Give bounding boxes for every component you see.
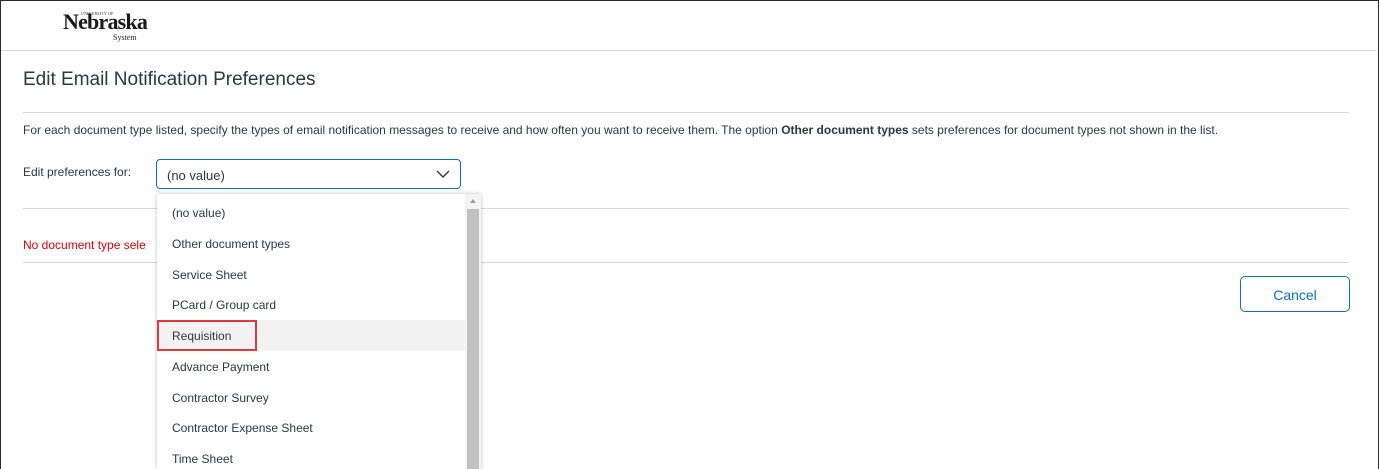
dropdown-option[interactable]: Time Sheet [157, 443, 465, 469]
nebraska-logo: UNIVERSITY OF Nebraska System [63, 7, 148, 45]
error-message: No document type sele [23, 238, 146, 252]
dropdown-option-requisition[interactable]: Requisition [157, 320, 465, 351]
dropdown-option[interactable]: Advance Payment [157, 351, 465, 382]
page-title: Edit Email Notification Preferences [23, 69, 316, 90]
select-value: (no value) [167, 168, 225, 183]
description-pre: For each document type listed, specify t… [23, 123, 782, 137]
dropdown-option[interactable]: Contractor Expense Sheet [157, 412, 465, 443]
description-text: For each document type listed, specify t… [23, 123, 1218, 137]
dropdown-option[interactable]: Service Sheet [157, 259, 465, 290]
chevron-down-icon[interactable] [436, 169, 450, 179]
document-type-select[interactable]: (no value) [156, 159, 461, 189]
logo-name: Nebraska [63, 9, 148, 34]
edit-preferences-label: Edit preferences for: [23, 165, 132, 179]
scrollbar-thumb[interactable] [467, 209, 479, 469]
description-bold: Other document types [781, 123, 909, 137]
dropdown-option[interactable]: Other document types [157, 228, 465, 259]
title-divider [23, 112, 1349, 113]
description-post: sets preferences for document types not … [908, 123, 1219, 137]
dropdown-option[interactable]: (no value) [157, 197, 465, 228]
document-type-dropdown: (no value) Other document types Service … [157, 194, 481, 469]
scroll-up-arrow-icon[interactable] [468, 197, 478, 205]
dropdown-option[interactable]: Contractor Survey [157, 382, 465, 413]
logo-sub: System [113, 33, 137, 42]
cancel-button[interactable]: Cancel [1240, 276, 1350, 312]
dropdown-option[interactable]: PCard / Group card [157, 289, 465, 320]
header-bar: UNIVERSITY OF Nebraska System [1, 1, 1377, 51]
